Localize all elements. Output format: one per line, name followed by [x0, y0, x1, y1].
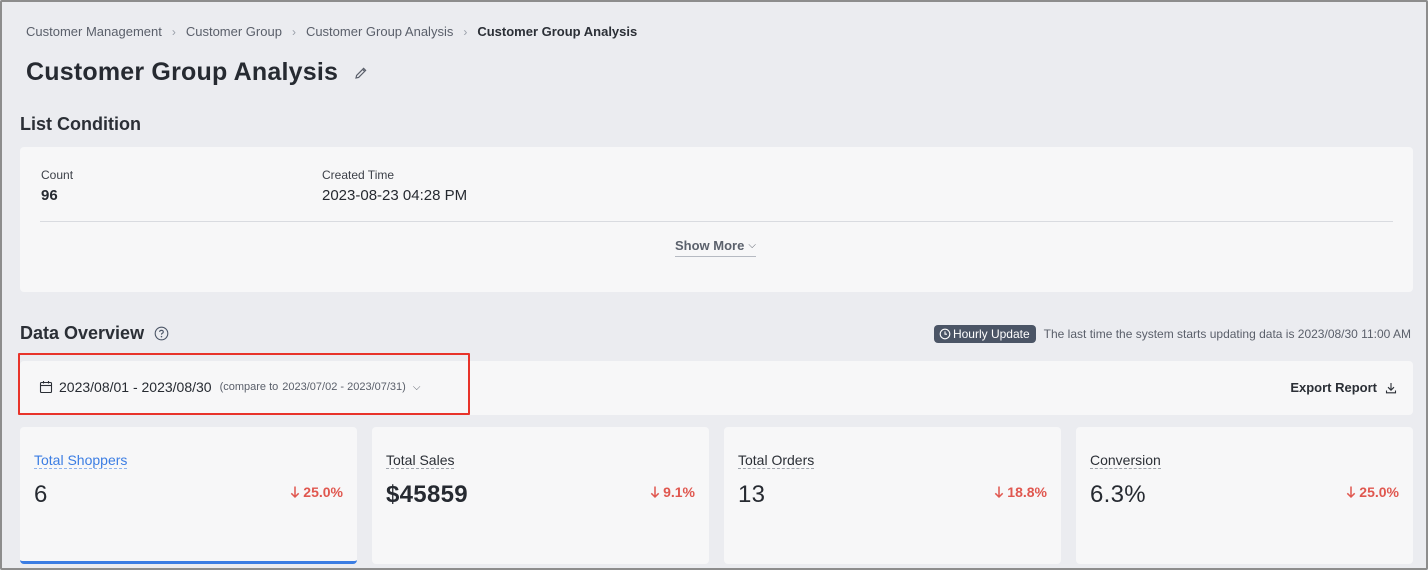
date-range-value: 2023/08/01 - 2023/08/30: [59, 379, 212, 395]
app-frame: Customer Management › Customer Group › C…: [0, 0, 1428, 570]
count-field: Count 96: [41, 168, 73, 204]
metric-label: Total Orders: [738, 452, 815, 469]
show-more-label: Show More: [675, 238, 745, 253]
metric-change-value: 18.8%: [1007, 484, 1047, 500]
hourly-update-badge: Hourly Update: [933, 325, 1036, 343]
chevron-right-icon: ›: [463, 24, 468, 39]
metric-label: Conversion: [1090, 452, 1161, 469]
data-overview-title: Data Overview: [20, 323, 145, 343]
arrow-down-icon: [1347, 486, 1356, 499]
breadcrumb-customer-group[interactable]: Customer Group: [186, 24, 282, 39]
metric-card-total-orders[interactable]: Total Orders 13 18.8%: [724, 427, 1061, 564]
calendar-icon: [39, 381, 53, 394]
filter-bar: 2023/08/01 - 2023/08/30 (compare to 2023/…: [20, 361, 1413, 415]
metric-change: 25.0%: [290, 484, 343, 500]
compare-range: (compare to 2023/07/02 - 2023/07/31): [220, 381, 406, 393]
chevron-down-icon: ⌵: [412, 381, 421, 393]
breadcrumb-customer-group-analysis[interactable]: Customer Group Analysis: [306, 24, 453, 39]
metric-change-value: 9.1%: [663, 484, 695, 500]
pencil-icon[interactable]: [354, 66, 368, 80]
compare-label: (compare to: [219, 381, 279, 393]
divider: [40, 221, 1393, 222]
data-overview-header: Data Overview: [20, 323, 169, 344]
update-text: The last time the system starts updating…: [1043, 327, 1411, 341]
update-info: Hourly Update The last time the system s…: [933, 325, 1411, 343]
breadcrumb-customer-management[interactable]: Customer Management: [26, 24, 162, 39]
metric-label: Total Sales: [386, 452, 455, 469]
show-more-button[interactable]: Show More ⌵: [675, 238, 756, 257]
created-time-value: 2023-08-23 04:28 PM: [322, 187, 468, 204]
date-range-picker[interactable]: 2023/08/01 - 2023/08/30 (compare to 2023/…: [39, 379, 420, 395]
metric-value: 6: [34, 481, 48, 508]
metric-change: 25.0%: [1346, 484, 1399, 500]
help-icon[interactable]: [154, 326, 169, 341]
arrow-down-icon: [291, 486, 300, 499]
list-condition-title: List Condition: [20, 114, 141, 134]
export-report-label: Export Report: [1290, 380, 1377, 395]
metric-change: 18.8%: [994, 484, 1047, 500]
chevron-right-icon: ›: [291, 24, 296, 39]
hourly-update-label: Hourly Update: [952, 327, 1030, 341]
list-condition-card: Count 96 Created Time 2023-08-23 04:28 P…: [20, 147, 1413, 292]
compare-range-value: 2023/07/02 - 2023/07/31): [282, 381, 406, 393]
chevron-right-icon: ›: [171, 24, 176, 39]
arrow-down-icon: [650, 486, 660, 499]
page-title-row: Customer Group Analysis: [26, 58, 368, 87]
metric-card-conversion[interactable]: Conversion 6.3% 25.0%: [1076, 427, 1413, 564]
count-label: Count: [41, 168, 74, 182]
chevron-down-icon: ⌵: [748, 240, 756, 251]
export-report-button[interactable]: Export Report: [1290, 380, 1397, 395]
metric-card-total-shoppers[interactable]: Total Shoppers 6 25.0%: [20, 427, 357, 564]
metric-value: 13: [738, 481, 766, 508]
clock-icon: [939, 328, 951, 340]
metric-value: $45859: [386, 481, 468, 508]
metric-value: 6.3%: [1090, 481, 1146, 508]
count-value: 96: [41, 187, 58, 204]
breadcrumb-current: Customer Group Analysis: [477, 24, 638, 39]
metric-change-value: 25.0%: [303, 484, 343, 500]
arrow-down-icon: [995, 486, 1004, 499]
download-icon: [1385, 382, 1397, 393]
breadcrumb: Customer Management › Customer Group › C…: [26, 24, 637, 39]
created-time-field: Created Time 2023-08-23 04:28 PM: [322, 168, 467, 204]
created-time-label: Created Time: [322, 168, 395, 182]
metric-change-value: 25.0%: [1359, 484, 1399, 500]
page-title: Customer Group Analysis: [26, 58, 339, 86]
metric-card-total-sales[interactable]: Total Sales $45859 9.1%: [372, 427, 709, 564]
metric-change: 9.1%: [650, 484, 695, 500]
metric-label: Total Shoppers: [34, 452, 128, 469]
